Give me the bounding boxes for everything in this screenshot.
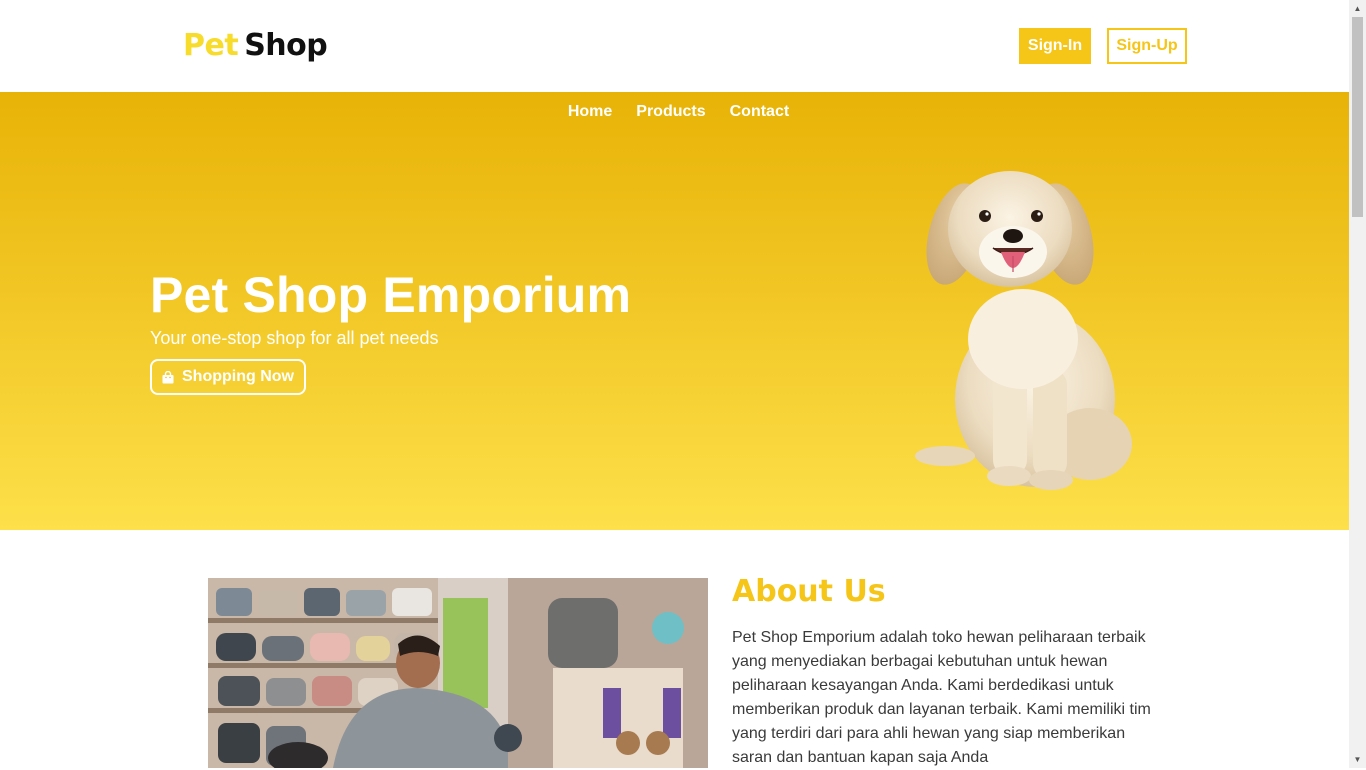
nav-item-products[interactable]: Products (636, 103, 705, 121)
hero-section: Home Products Contact Pet Shop Emporium … (0, 92, 1349, 530)
shopping-now-label: Shopping Now (182, 368, 294, 385)
page-scrollbar[interactable]: ▲ ▼ (1349, 0, 1366, 768)
scroll-up-arrow-icon[interactable]: ▲ (1349, 0, 1366, 17)
about-text: Pet Shop Emporium adalah toko hewan peli… (732, 629, 1151, 766)
logo-part-shop: Shop (244, 28, 328, 63)
sign-up-button[interactable]: Sign-Up (1107, 28, 1187, 64)
site-header: Pet Shop Sign-In Sign-Up (0, 0, 1349, 92)
hero-subtitle: Your one-stop shop for all pet needs (150, 328, 439, 348)
about-image (208, 578, 708, 768)
nav-item-home[interactable]: Home (568, 103, 612, 121)
shopping-bag-icon (162, 370, 174, 383)
logo-part-pet: Pet (183, 28, 239, 63)
scroll-thumb[interactable] (1352, 17, 1363, 217)
hero-title: Pet Shop Emporium (150, 267, 632, 323)
nav-item-contact[interactable]: Contact (730, 103, 790, 121)
sign-in-button[interactable]: Sign-In (1019, 28, 1091, 64)
shopping-now-button[interactable]: Shopping Now (150, 359, 306, 395)
pet-store-photo (208, 578, 708, 768)
main-nav: Home Products Contact (0, 103, 1349, 121)
puppy-image (915, 171, 1132, 490)
scroll-down-arrow-icon[interactable]: ▼ (1349, 751, 1366, 768)
about-title: About Us (732, 574, 886, 609)
logo[interactable]: Pet Shop (183, 28, 328, 63)
